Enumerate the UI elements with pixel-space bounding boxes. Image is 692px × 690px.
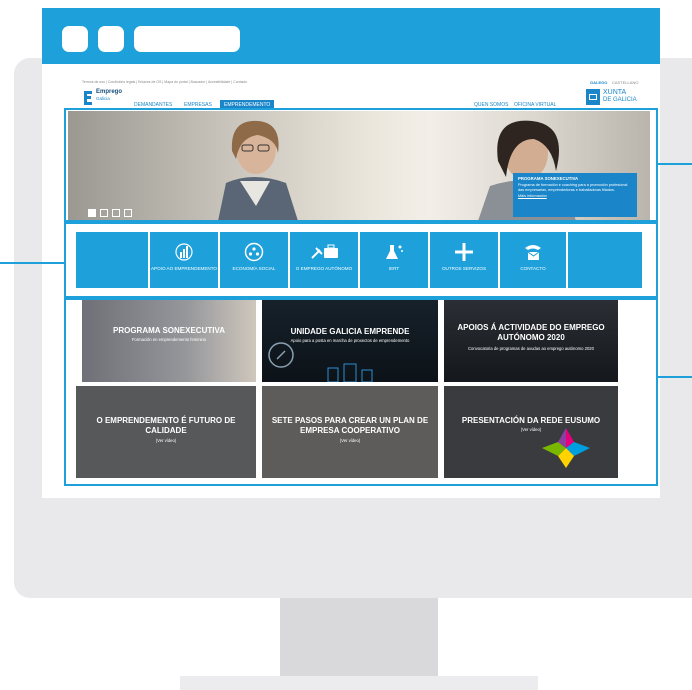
- monitor-base: [180, 676, 538, 690]
- xunta-line1: XUNTA: [603, 89, 627, 96]
- cards-callout-frame: [64, 298, 658, 486]
- xunta-logo[interactable]: XUNTA DE GALICIA: [586, 88, 644, 108]
- browser-bar: [42, 8, 660, 64]
- window-control-icon[interactable]: [98, 26, 124, 52]
- lang-es-link[interactable]: CASTELLANO: [612, 80, 638, 85]
- top-links[interactable]: Termos de uso | Condicións legais | Enla…: [82, 80, 247, 84]
- monitor-stand: [280, 598, 438, 678]
- logo-mark-icon: [84, 91, 92, 105]
- tiles-callout-frame: [64, 222, 658, 298]
- address-bar[interactable]: [134, 26, 240, 52]
- logo-line2: Galicia: [96, 96, 110, 101]
- logo-line1: Emprego: [96, 89, 123, 95]
- lang-gl-link[interactable]: GALEGO: [590, 80, 607, 85]
- xunta-line2: DE GALICIA: [603, 97, 637, 103]
- hero-callout-frame: [64, 108, 658, 222]
- callout-line: [0, 262, 64, 264]
- emprego-galicia-logo[interactable]: Emprego Galicia: [82, 88, 132, 106]
- callout-line: [656, 376, 692, 378]
- window-control-icon[interactable]: [62, 26, 88, 52]
- callout-line: [656, 163, 692, 165]
- xunta-flag-icon: [586, 89, 600, 105]
